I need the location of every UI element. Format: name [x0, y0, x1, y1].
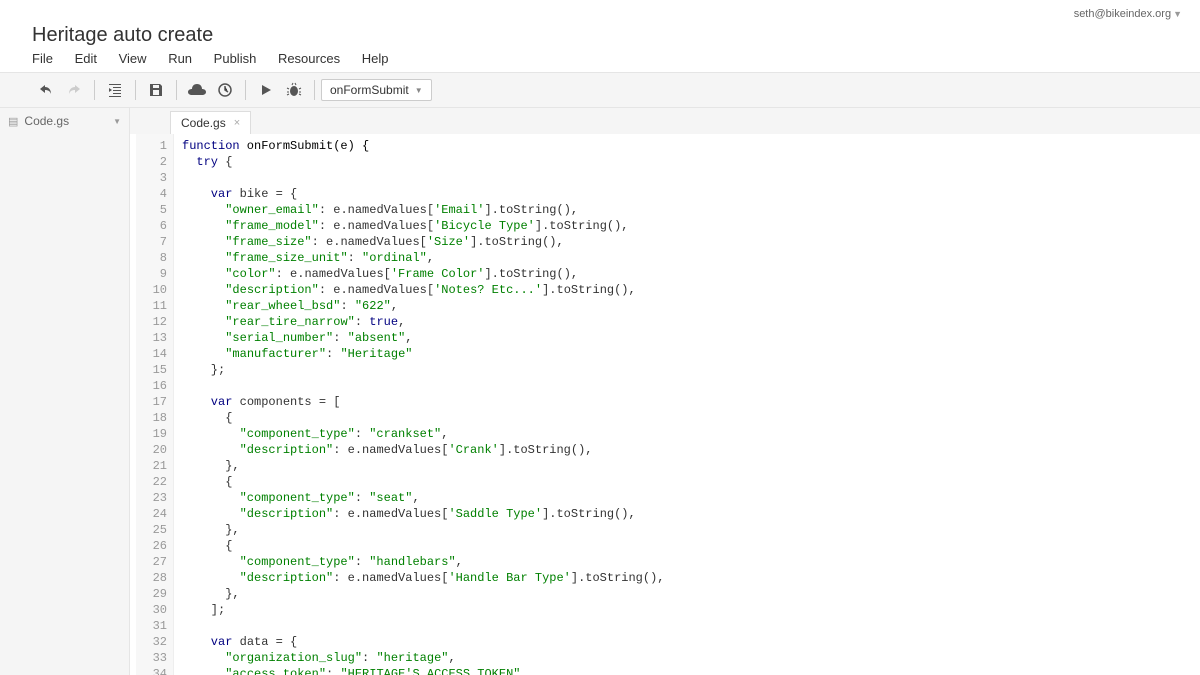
redo-button[interactable] — [61, 77, 87, 103]
deploy-button[interactable] — [184, 77, 210, 103]
menu-help[interactable]: Help — [362, 51, 389, 66]
code-editor[interactable]: function onFormSubmit(e) { try { var bik… — [174, 134, 1200, 675]
debug-button[interactable] — [281, 77, 307, 103]
menu-view[interactable]: View — [119, 51, 147, 66]
triggers-button[interactable] — [212, 77, 238, 103]
editor-tabs: Code.gs× — [130, 108, 1200, 134]
file-sidebar: ▤Code.gs ▼ — [0, 108, 130, 675]
menu-run[interactable]: Run — [168, 51, 192, 66]
sidebar-file-item[interactable]: ▤Code.gs ▼ — [0, 108, 129, 134]
close-icon[interactable]: × — [234, 117, 240, 129]
user-account[interactable]: seth@bikeindex.org▼ — [10, 6, 1190, 22]
project-title[interactable]: Heritage auto create — [32, 24, 1190, 47]
run-button[interactable] — [253, 77, 279, 103]
toolbar: onFormSubmit▼ — [0, 72, 1200, 108]
menu-edit[interactable]: Edit — [75, 51, 97, 66]
chevron-down-icon: ▼ — [113, 117, 121, 126]
undo-button[interactable] — [33, 77, 59, 103]
menu-bar: File Edit View Run Publish Resources Hel… — [32, 51, 1190, 72]
function-select[interactable]: onFormSubmit▼ — [321, 79, 432, 101]
tab-code-gs[interactable]: Code.gs× — [170, 111, 251, 134]
line-gutter: 1234567891011121314151617181920212223242… — [136, 134, 174, 675]
indent-button[interactable] — [102, 77, 128, 103]
menu-file[interactable]: File — [32, 51, 53, 66]
document-icon: ▤ — [8, 115, 18, 128]
chevron-down-icon: ▼ — [1173, 9, 1182, 19]
menu-resources[interactable]: Resources — [278, 51, 340, 66]
chevron-down-icon: ▼ — [415, 86, 423, 95]
save-button[interactable] — [143, 77, 169, 103]
menu-publish[interactable]: Publish — [214, 51, 257, 66]
